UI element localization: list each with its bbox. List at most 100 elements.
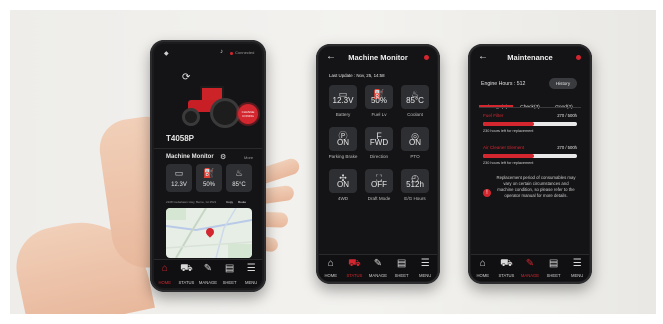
tile-label: E/G Hours [404, 196, 426, 201]
back-arrow-icon[interactable]: ← [325, 51, 337, 63]
tile-value: 85°C [232, 182, 246, 188]
nav-menu[interactable]: ☰ MENU [565, 255, 589, 281]
item-left: 230 hours left for replacement [483, 129, 534, 133]
home-screen: ◆ ⟳ ♪ Connected CHANGE CONFIG T4058P Mac… [154, 44, 262, 288]
nav-label: SHEET [394, 273, 409, 278]
menu-icon: ☰ [420, 258, 430, 269]
monitor-tile-pto[interactable]: ◎ ON [401, 127, 429, 151]
location-map[interactable] [166, 208, 252, 258]
fuel-icon: ⛽ [203, 168, 215, 178]
nav-label: STATUS [346, 273, 363, 278]
nav-manage[interactable]: ✎ MANAGE [366, 255, 390, 281]
nav-label: HOME [158, 280, 172, 285]
wrench-icon: ✎ [203, 263, 213, 274]
nav-sheet[interactable]: ▤ SHEET [542, 255, 566, 281]
maintenance-screen: ← Maintenance Engine Hours : 512 History… [471, 47, 589, 281]
nav-manage[interactable]: ✎ MANAGE [518, 255, 542, 281]
monitor-tile-direction[interactable]: F FWD [365, 127, 393, 151]
home-icon: ⌂ [327, 258, 334, 269]
tab-check[interactable]: Check(3) [513, 95, 547, 110]
change-config-label: CHANGE CONFIG [241, 110, 255, 118]
address-text: 2108 Cedarlawn Hwy, Berne, Gt 2521 [166, 200, 217, 204]
tractor-icon: ⛟ [348, 258, 361, 269]
maintenance-item-air-cleaner[interactable]: Air Cleaner Element 270 / 500h 230 hours… [471, 143, 589, 173]
nav-label: SHEET [222, 280, 237, 285]
tile-label: Coolant [407, 112, 423, 117]
nav-menu[interactable]: ☰ MENU [240, 260, 262, 288]
monitor-tile-fuel-lv[interactable]: ⛽ 50% [365, 85, 393, 109]
home-tile-coolant[interactable]: ♨ 85°C [226, 164, 252, 192]
tab-good[interactable]: Good(2) [547, 95, 581, 110]
monitor-tile-4wd[interactable]: ✣ ON [329, 169, 357, 193]
history-label: History [555, 81, 571, 86]
phone-home: ◆ ⟳ ♪ Connected CHANGE CONFIG T4058P Mac… [150, 40, 266, 292]
nav-home[interactable]: ⌂ HOME [471, 255, 495, 281]
item-left: 230 hours left for replacement [483, 161, 534, 165]
maintenance-item-fuel-filter[interactable]: Fuel Filter 270 / 500h 230 hours left fo… [471, 111, 589, 141]
nav-status[interactable]: ⛟ STATUS [176, 260, 198, 288]
monitor-tile-parking-brake[interactable]: Ⓟ ON [329, 127, 357, 151]
phone-monitor: ← Machine Monitor Last Update : Nov, 25,… [316, 44, 440, 284]
divider [154, 148, 262, 149]
wrench-icon: ✎ [373, 258, 383, 269]
route-link[interactable]: Route [238, 200, 246, 204]
nav-sheet[interactable]: ▤ SHEET [390, 255, 414, 281]
notice-text: Replacement period of consumables may va… [496, 175, 576, 198]
change-config-badge[interactable]: CHANGE CONFIG [238, 104, 258, 124]
tile-label: Direction [369, 154, 389, 159]
refresh-icon[interactable]: ⟳ [182, 72, 190, 83]
nav-sheet[interactable]: ▤ SHEET [219, 260, 241, 288]
tile-value: FWD [369, 138, 389, 147]
tractor-icon: ⛟ [180, 263, 193, 274]
nav-label: MANAGE [520, 273, 540, 278]
tile-value: 85°C [406, 96, 424, 105]
model-name: T4058P [166, 134, 195, 143]
phone-maintenance: ← Maintenance Engine Hours : 512 History… [468, 44, 592, 284]
item-ratio: 270 / 500h [557, 113, 577, 118]
bell-icon[interactable]: ♪ [220, 49, 223, 55]
tile-label: PTO [410, 154, 420, 159]
bottom-nav: ⌂ HOME ⛟ STATUS ✎ MANAGE ▤ SHEET ☰ MENU [154, 259, 262, 288]
home-tile-battery[interactable]: ▭ 12.3V [166, 164, 192, 192]
tile-value: OFF [371, 180, 387, 189]
home-tile-fuel[interactable]: ⛽ 50% [196, 164, 222, 192]
tile-value: ON [337, 138, 349, 147]
nav-status[interactable]: ⛟ STATUS [343, 255, 367, 281]
nav-manage[interactable]: ✎ MANAGE [197, 260, 219, 288]
tile-value: 50% [202, 182, 215, 188]
engine-hours: Engine Hours : 512 [481, 81, 526, 87]
item-ratio: 270 / 500h [557, 145, 577, 150]
backdrop: ◆ ⟳ ♪ Connected CHANGE CONFIG T4058P Mac… [10, 10, 656, 314]
copy-link[interactable]: Copy [226, 200, 233, 204]
nav-home[interactable]: ⌂ HOME [319, 255, 343, 281]
nav-label: STATUS [178, 280, 195, 285]
back-arrow-icon[interactable]: ← [477, 51, 489, 63]
monitor-tile-battery[interactable]: ▭ 12.3V [329, 85, 357, 109]
tile-value: 12.3V [332, 96, 354, 105]
menu-icon: ☰ [246, 263, 256, 274]
nav-home[interactable]: ⌂ HOME [154, 260, 176, 288]
monitor-tile-e-g-hours[interactable]: ◴ 512h [401, 169, 429, 193]
nav-label: SHEET [546, 273, 561, 278]
menu-icon: ☰ [572, 258, 582, 269]
gear-icon[interactable]: ⚙ [220, 153, 226, 161]
tile-label: Draft Mode [367, 196, 391, 201]
monitor-title: Machine Monitor [166, 154, 214, 160]
tractor-icon: ⛟ [500, 258, 513, 269]
nav-label: HOME [324, 273, 338, 278]
status-dot [424, 55, 429, 60]
monitor-tile-coolant[interactable]: ♨ 85°C [401, 85, 429, 109]
monitor-tile-draft-mode[interactable]: ⛶ OFF [365, 169, 393, 193]
wrench-icon: ✎ [525, 258, 535, 269]
screen-title: Machine Monitor [348, 52, 408, 62]
more-link[interactable]: More [244, 155, 253, 160]
item-name: Air Cleaner Element [483, 145, 525, 150]
monitor-header: ← Machine Monitor [319, 47, 437, 67]
tile-value: ON [337, 180, 349, 189]
screen-title: Maintenance [507, 52, 553, 62]
nav-menu[interactable]: ☰ MENU [413, 255, 437, 281]
nav-label: MENU [245, 280, 258, 285]
nav-status[interactable]: ⛟ STATUS [495, 255, 519, 281]
tile-label: 4WD [337, 196, 349, 201]
history-button[interactable]: History [549, 78, 577, 89]
